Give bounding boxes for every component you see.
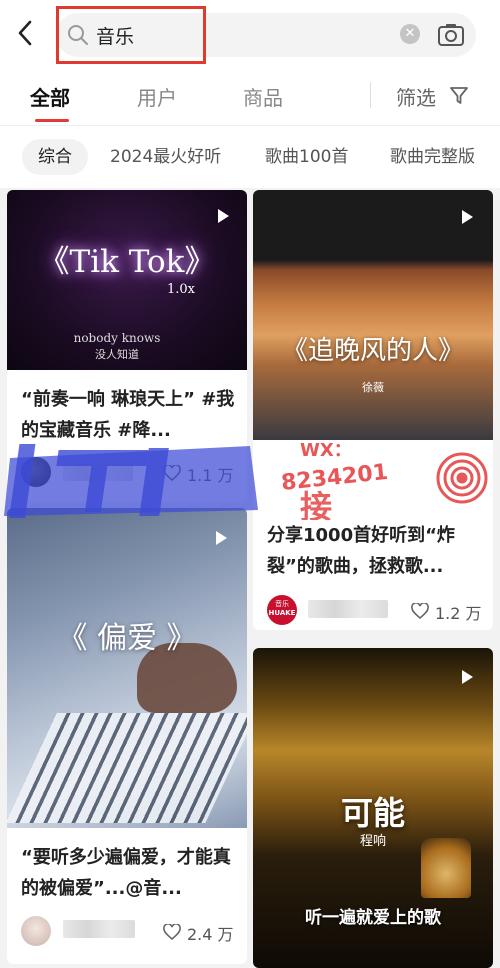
heart-icon[interactable] (163, 924, 181, 940)
author-name[interactable] (63, 463, 133, 481)
keyword-chips: 综合 2024最火好听 歌曲100首 歌曲完整版 (0, 126, 500, 188)
like-count: 1.1 万 (187, 466, 234, 485)
card-title: 分享1000首好听到“炸裂”的歌曲，拯救歌... (267, 525, 455, 577)
chip-comprehensive[interactable]: 综合 (22, 139, 88, 175)
play-icon (462, 670, 473, 684)
note-card[interactable]: 《Tik Tok》 1.0x nobody knows 没人知道 “前奏一响 琳… (7, 190, 247, 502)
camera-icon[interactable] (437, 22, 465, 48)
clear-icon[interactable]: ✕ (400, 24, 420, 44)
play-icon (218, 209, 229, 223)
heart-icon[interactable] (411, 603, 429, 619)
card-title: “前奏一响 琳琅天上” #我的宝藏音乐 #降... (21, 389, 235, 441)
video-thumbnail: 《 偏爱 》 (7, 508, 247, 828)
chip-full-version[interactable]: 歌曲完整版 (390, 139, 475, 175)
avatar[interactable] (21, 457, 51, 487)
tab-users[interactable]: 用户 (137, 82, 177, 111)
top-bar: 音乐 ✕ (0, 0, 500, 68)
avatar[interactable]: 音乐 HUAKE (267, 595, 297, 625)
play-icon (462, 210, 473, 224)
divider (370, 82, 371, 108)
avatar-text: HUAKE (268, 609, 296, 617)
heart-icon[interactable] (163, 465, 181, 481)
cover-title: 《追晚风的人》 (281, 336, 464, 366)
author-name[interactable] (63, 920, 135, 938)
cover-subtitle: nobody knows (73, 331, 161, 345)
cover-title: 《 偏爱 》 (57, 621, 197, 656)
video-thumbnail: 可能 程响 听一遍就爱上的歌 (253, 648, 493, 968)
chip-100-songs[interactable]: 歌曲100首 (265, 139, 348, 175)
chip-2024-hits[interactable]: 2024最火好听 (110, 139, 221, 175)
filter-button[interactable]: 筛选 (396, 82, 436, 111)
cover-speed: 1.0x (167, 282, 196, 297)
cover-title: 可能 (340, 794, 405, 832)
cover-subtitle: 听一遍就爱上的歌 (305, 908, 441, 928)
cover-title: 《Tik Tok》 (38, 244, 216, 280)
note-card[interactable]: 《追晚风的人》 徐薇 分享1000首好听到“炸裂”的歌曲，拯救歌... 音乐 H… (253, 190, 493, 630)
avatar[interactable] (21, 916, 51, 946)
annotation-highlight-box (56, 6, 206, 64)
lantern-shape (421, 838, 471, 898)
like-count: 2.4 万 (187, 925, 234, 944)
card-title: “要听多少遍偏爱，才能真的被偏爱”...@音... (21, 847, 231, 899)
avatar-text-top: 音乐 (275, 600, 289, 608)
play-icon (216, 531, 227, 545)
cover-artist: 徐薇 (362, 381, 384, 394)
back-arrow-icon[interactable] (12, 18, 38, 48)
like-count: 1.2 万 (435, 604, 482, 623)
tab-all[interactable]: 全部 (30, 82, 70, 111)
video-thumbnail: 《Tik Tok》 1.0x nobody knows 没人知道 (7, 190, 247, 370)
author-name[interactable] (308, 600, 388, 618)
tab-products[interactable]: 商品 (243, 82, 283, 111)
video-thumbnail: 《追晚风的人》 徐薇 (253, 190, 493, 440)
cover-subtitle-cn: 没人知道 (95, 348, 139, 361)
piano-keys (7, 713, 247, 823)
tab-active-indicator (35, 119, 69, 122)
note-card[interactable]: 《 偏爱 》 “要听多少遍偏爱，才能真的被偏爱”...@音... 2.4 万 (7, 508, 247, 964)
result-tabs: 全部 用户 商品 筛选 (0, 68, 500, 126)
note-card[interactable]: 可能 程响 听一遍就爱上的歌 (253, 648, 493, 968)
filter-icon[interactable] (448, 84, 470, 106)
